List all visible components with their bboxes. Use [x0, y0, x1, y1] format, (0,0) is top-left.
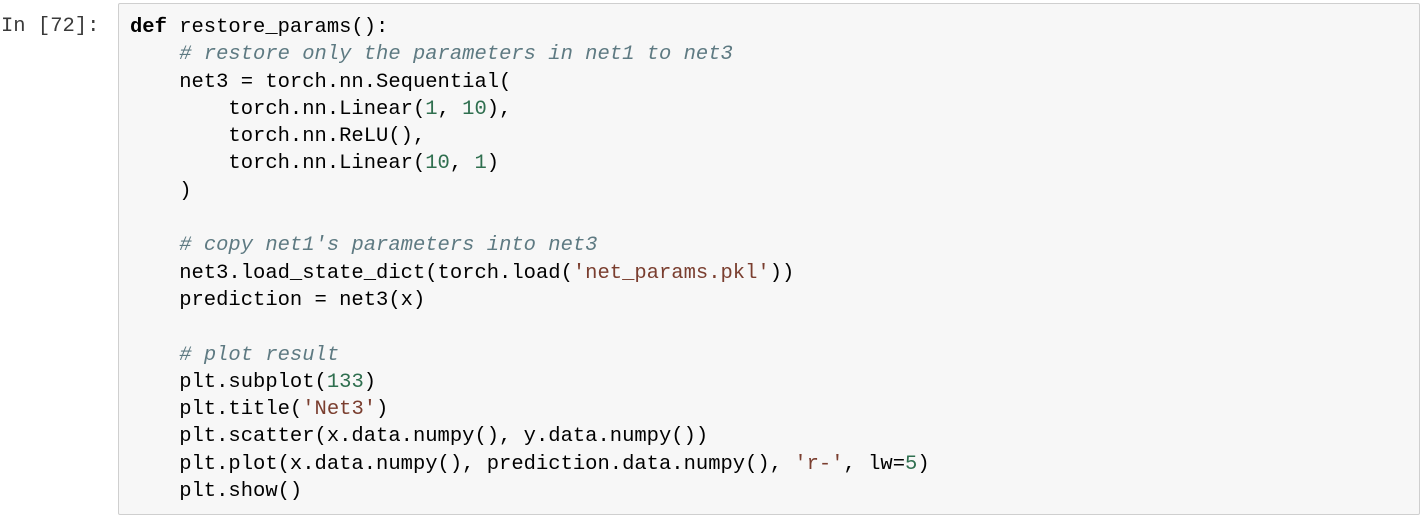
code-editor[interactable]: def restore_params(): # restore only the… [130, 14, 930, 505]
number-literal: 133 [326, 370, 364, 394]
string-literal: 'net_params.pkl' [572, 261, 770, 285]
keyword: def [130, 16, 167, 39]
code-text: torch.nn.ReLU(), [130, 125, 426, 149]
code-line: prediction = net3(x) [130, 287, 930, 314]
code-line: plt.subplot(133) [130, 369, 930, 396]
code-line: def restore_params(): [130, 14, 930, 41]
comment: # plot result [179, 343, 340, 367]
number-literal: 1 [474, 152, 487, 176]
code-line: plt.title('Net3') [130, 396, 930, 423]
code-text: plt.subplot( [130, 370, 327, 394]
code-text: plt.show() [130, 480, 303, 504]
number-literal: 5 [905, 452, 918, 476]
code-line: plt.scatter(x.data.numpy(), y.data.numpy… [130, 423, 930, 450]
code-text: prediction = net3(x) [130, 288, 426, 312]
code-line: torch.nn.ReLU(), [130, 123, 930, 150]
code-line: torch.nn.Linear(1, 10), [130, 96, 930, 123]
comment: # restore only the parameters in net1 to… [179, 43, 733, 67]
comment: # copy net1's parameters into net3 [179, 234, 598, 258]
code-text: , lw= [843, 452, 906, 476]
code-line: plt.show() [130, 478, 930, 505]
code-text: torch.nn.Linear( [130, 152, 426, 176]
code-line: net3 = torch.nn.Sequential( [130, 69, 930, 96]
code-input-area[interactable]: def restore_params(): # restore only the… [118, 3, 1420, 515]
notebook-code-cell: In [72]: def restore_params(): # restore… [0, 0, 1425, 520]
number-literal: 10 [425, 152, 450, 176]
code-line: plt.plot(x.data.numpy(), prediction.data… [130, 451, 930, 478]
code-text: ) [130, 179, 192, 203]
code-line: net3.load_state_dict(torch.load('net_par… [130, 260, 930, 287]
code-text: plt.title( [130, 398, 303, 422]
code-line: torch.nn.Linear(10, 1) [130, 150, 930, 177]
code-text: ) [376, 398, 389, 422]
code-text: plt.plot(x.data.numpy(), prediction.data… [130, 452, 795, 476]
string-literal: 'r-' [794, 452, 844, 476]
code-line: ) [130, 178, 930, 205]
code-text: , [437, 97, 463, 121]
code-text: torch.nn.Linear( [130, 97, 426, 121]
number-literal: 10 [462, 97, 487, 121]
string-literal: 'Net3' [302, 398, 377, 422]
code-text: ) [363, 370, 377, 394]
code-text: net3.load_state_dict(torch.load( [130, 261, 573, 285]
code-text: restore_params(): [166, 16, 389, 39]
code-text: net3 = torch.nn.Sequential( [130, 70, 512, 94]
code-line: # restore only the parameters in net1 to… [130, 41, 930, 68]
code-line: # plot result [130, 342, 930, 369]
code-line: # copy net1's parameters into net3 [130, 232, 930, 259]
code-text: ) [486, 152, 500, 176]
code-text: ), [486, 97, 512, 121]
code-text: , [449, 152, 475, 176]
code-text: plt.scatter(x.data.numpy(), y.data.numpy… [130, 425, 709, 449]
code-text: ) [917, 452, 930, 476]
code-text: )) [769, 261, 795, 285]
input-prompt: In [72]: [1, 15, 100, 38]
number-literal: 1 [425, 97, 438, 121]
